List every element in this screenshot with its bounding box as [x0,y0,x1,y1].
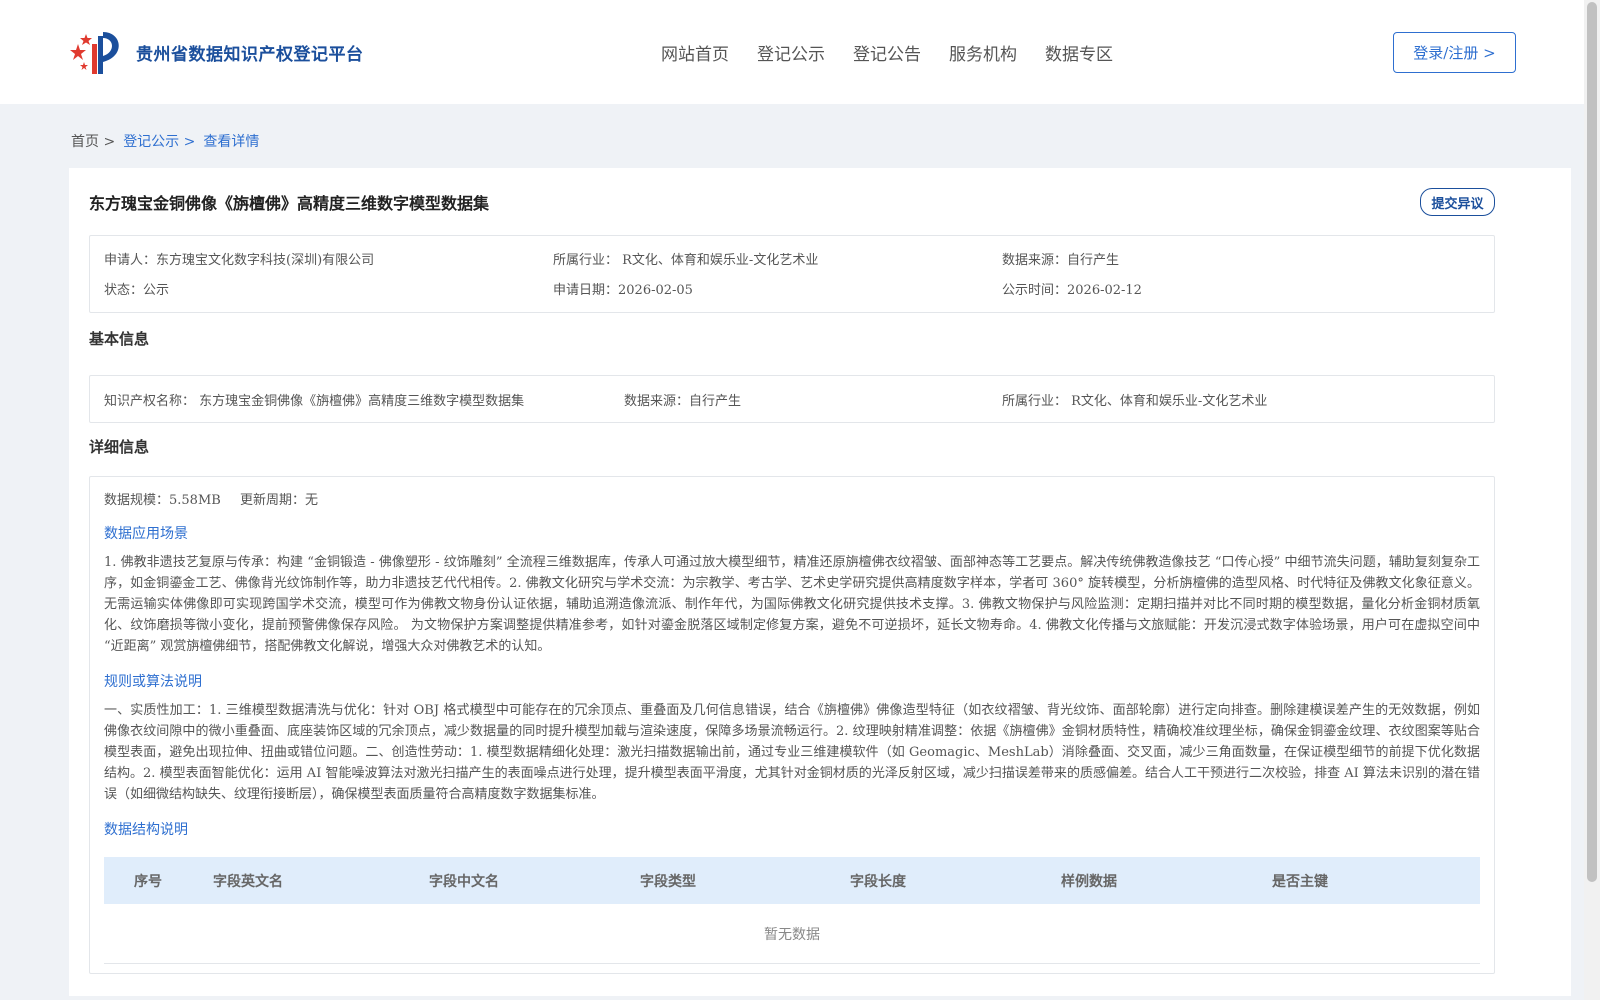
page-scrollbar[interactable] [1584,0,1600,1000]
nav-home[interactable]: 网站首页 [661,40,729,65]
basic-data-source: 数据来源：自行产生 [624,394,742,409]
th-sample: 样例数据 [1061,874,1117,890]
th-field-type: 字段类型 [640,874,696,890]
nav-data-zone[interactable]: 数据专区 [1045,40,1113,65]
th-primary-key: 是否主键 [1272,874,1328,890]
breadcrumb-list[interactable]: 登记公示 > [123,131,195,151]
update-period: 更新周期：无 [240,493,319,508]
th-field-en: 字段英文名 [213,874,283,890]
basic-info: 知识产权名称： 东方瑰宝金铜佛像《旃檀佛》高精度三维数字模型数据集 数据来源：自… [89,375,1495,423]
publish-date: 公示时间：2026-02-12 [1002,283,1142,298]
submit-objection-button[interactable]: 提交异议 [1420,188,1495,216]
th-field-cn: 字段中文名 [429,874,499,890]
status: 状态：公示 [104,283,170,298]
data-source: 数据来源：自行产生 [1002,253,1120,268]
scenario-text: 1. 佛教非遗技艺复原与传承：构建 “金铜锻造 - 佛像塑形 - 纹饰雕刻” 全… [104,555,1480,654]
detail-info: 数据规模：5.58MB 更新周期：无 数据应用场景 1. 佛教非遗技艺复原与传承… [89,476,1495,974]
logo-emblem-icon [70,32,119,74]
data-structure-table: 序号 字段英文名 字段中文名 字段类型 字段长度 样例数据 是否主键 暂无数据 [104,857,1480,964]
rule-heading: 规则或算法说明 [104,674,202,690]
structure-heading: 数据结构说明 [104,822,188,838]
scrollbar-thumb[interactable] [1587,2,1597,882]
basic-info-heading: 基本信息 [89,330,150,348]
nav-service-agencies[interactable]: 服务机构 [949,40,1017,65]
detail-info-heading: 详细信息 [89,438,150,456]
record-title: 东方瑰宝金铜佛像《旃檀佛》高精度三维数字模型数据集 [89,194,490,213]
scenario-heading: 数据应用场景 [104,526,188,542]
data-scale: 数据规模：5.58MB [104,493,221,508]
main-nav: 网站首页 登记公示 登记公告 服务机构 数据专区 [661,40,1141,65]
th-field-length: 字段长度 [850,874,906,890]
applicant: 申请人：东方瑰宝文化数字科技(深圳)有限公司 [104,253,375,268]
table-empty: 暂无数据 [104,904,1480,964]
breadcrumb: 首页 > 登记公示 > 查看详情 [71,131,267,151]
th-index: 序号 [134,874,162,890]
detail-card: 东方瑰宝金铜佛像《旃檀佛》高精度三维数字模型数据集 提交异议 申请人：东方瑰宝文… [69,168,1571,996]
site-logo-text: 贵州省数据知识产权登记平台 [136,44,364,65]
login-register-button[interactable]: 登录/注册 > [1393,32,1516,73]
record-summary: 申请人：东方瑰宝文化数字科技(深圳)有限公司 所属行业： R文化、体育和娱乐业-… [89,235,1495,313]
basic-industry: 所属行业： R文化、体育和娱乐业-文化艺术业 [1002,394,1268,409]
nav-registration-publicity[interactable]: 登记公示 [757,40,825,65]
ip-name: 知识产权名称： 东方瑰宝金铜佛像《旃檀佛》高精度三维数字模型数据集 [104,394,525,409]
breadcrumb-home[interactable]: 首页 > [71,131,115,151]
breadcrumb-current: 查看详情 [203,134,260,150]
table-header: 序号 字段英文名 字段中文名 字段类型 字段长度 样例数据 是否主键 [104,857,1480,904]
apply-date: 申请日期：2026-02-05 [553,283,693,298]
nav-registration-announcement[interactable]: 登记公告 [853,40,921,65]
site-logo[interactable]: 贵州省数据知识产权登记平台 [70,26,364,78]
rule-text: 一、实质性加工：1. 三维模型数据清洗与优化：针对 OBJ 格式模型中可能存在的… [104,703,1480,802]
industry: 所属行业： R文化、体育和娱乐业-文化艺术业 [553,253,819,268]
site-header: 贵州省数据知识产权登记平台 网站首页 登记公示 登记公告 服务机构 数据专区 登… [0,0,1584,104]
